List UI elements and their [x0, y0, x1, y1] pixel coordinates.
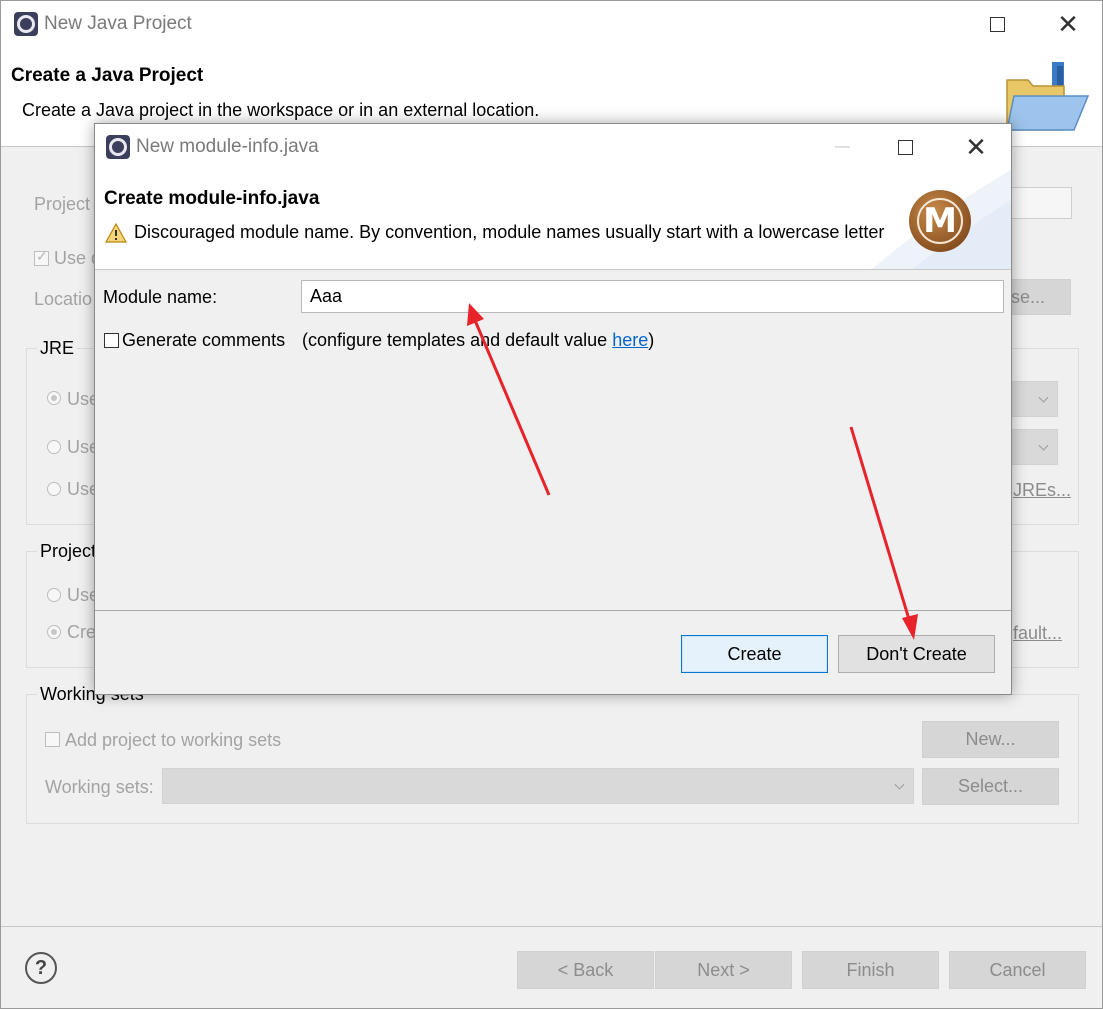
jre-option-2-radio[interactable] — [47, 440, 61, 454]
new-module-info-dialog: New module-info.java ✕ Create module-inf… — [94, 123, 1012, 695]
help-icon[interactable]: ? — [25, 952, 57, 984]
jre-env-combo[interactable] — [1006, 381, 1058, 417]
generate-comments-label: Generate comments — [122, 330, 286, 350]
use-default-location-checkbox[interactable] — [34, 248, 49, 266]
configure-templates-prefix: (configure templates and default value — [302, 330, 613, 350]
module-icon: M — [909, 190, 971, 252]
dialog-title-bar: New module-info.java ✕ — [95, 124, 1011, 170]
working-sets-label: Working sets: — [45, 777, 154, 797]
module-icon-letter: M — [917, 198, 963, 244]
dialog-separator — [95, 610, 1011, 611]
location-label: Locatio — [34, 289, 93, 309]
eclipse-icon — [106, 135, 130, 159]
configure-default-link[interactable]: fault... — [1013, 623, 1062, 644]
generate-comments-checkbox[interactable] — [104, 333, 119, 348]
layout-option-2-label: Cre — [67, 622, 97, 642]
configure-jres-link[interactable]: JREs... — [1013, 480, 1071, 501]
module-name-input[interactable]: Aaa — [301, 280, 1004, 313]
wizard-description: Create a Java project in the workspace o… — [22, 100, 540, 120]
configure-templates-text: (configure templates and default value h… — [302, 330, 654, 351]
wizard-title: Create a Java Project — [11, 65, 204, 86]
close-icon: ✕ — [1057, 9, 1079, 39]
eclipse-icon — [14, 12, 38, 36]
layout-option-1-radio[interactable] — [47, 588, 61, 602]
jre-group-title: JRE — [37, 338, 78, 359]
warning-message: Discouraged module name. By convention, … — [134, 222, 885, 242]
create-button[interactable]: Create — [681, 635, 828, 673]
close-button[interactable]: ✕ — [1045, 7, 1091, 41]
jre-option-1-radio[interactable] — [47, 391, 61, 405]
chevron-down-icon — [894, 779, 905, 790]
chevron-down-icon — [1038, 440, 1049, 451]
dialog-minimize-button[interactable] — [819, 130, 865, 164]
cancel-button[interactable]: Cancel — [949, 951, 1086, 989]
footer-separator — [1, 926, 1102, 927]
add-to-working-sets-label: Add project to working sets — [65, 730, 282, 750]
project-layout-group-title: Project — [37, 541, 100, 562]
jre-specific-combo[interactable] — [1006, 429, 1058, 465]
close-icon: ✕ — [965, 132, 987, 162]
jre-option-3-radio[interactable] — [47, 482, 61, 496]
new-working-set-button[interactable]: New... — [922, 721, 1059, 758]
dialog-banner: Create module-info.java Discouraged modu… — [95, 170, 1011, 270]
back-button[interactable]: < Back — [517, 951, 654, 989]
maximize-icon — [897, 139, 913, 155]
warning-icon — [105, 223, 127, 243]
next-button[interactable]: Next > — [655, 951, 792, 989]
layout-option-2-radio[interactable] — [47, 625, 61, 639]
title-bar: New Java Project ✕ — [1, 1, 1102, 47]
dont-create-button[interactable]: Don't Create — [838, 635, 995, 673]
browse-button[interactable]: se... — [1006, 279, 1071, 315]
dialog-close-button[interactable]: ✕ — [953, 130, 999, 164]
here-link[interactable]: here — [612, 330, 648, 350]
window-title: New Java Project — [44, 13, 192, 34]
project-name-field[interactable] — [1006, 187, 1072, 219]
finish-button[interactable]: Finish — [802, 951, 939, 989]
dialog-maximize-button[interactable] — [882, 130, 928, 164]
project-name-label: Project — [34, 194, 91, 214]
dialog-heading: Create module-info.java — [104, 188, 320, 209]
minimize-button[interactable] — [845, 7, 891, 41]
configure-templates-suffix: ) — [648, 330, 655, 350]
java-project-folder-icon — [1006, 62, 1090, 131]
module-name-label: Module name: — [103, 287, 218, 307]
maximize-button[interactable] — [974, 7, 1020, 41]
maximize-icon — [989, 16, 1005, 32]
chevron-down-icon — [1038, 392, 1049, 403]
dialog-title: New module-info.java — [136, 136, 319, 157]
working-sets-combo[interactable] — [162, 768, 914, 804]
add-to-working-sets-checkbox[interactable] — [45, 732, 60, 747]
select-working-set-button[interactable]: Select... — [922, 768, 1059, 805]
